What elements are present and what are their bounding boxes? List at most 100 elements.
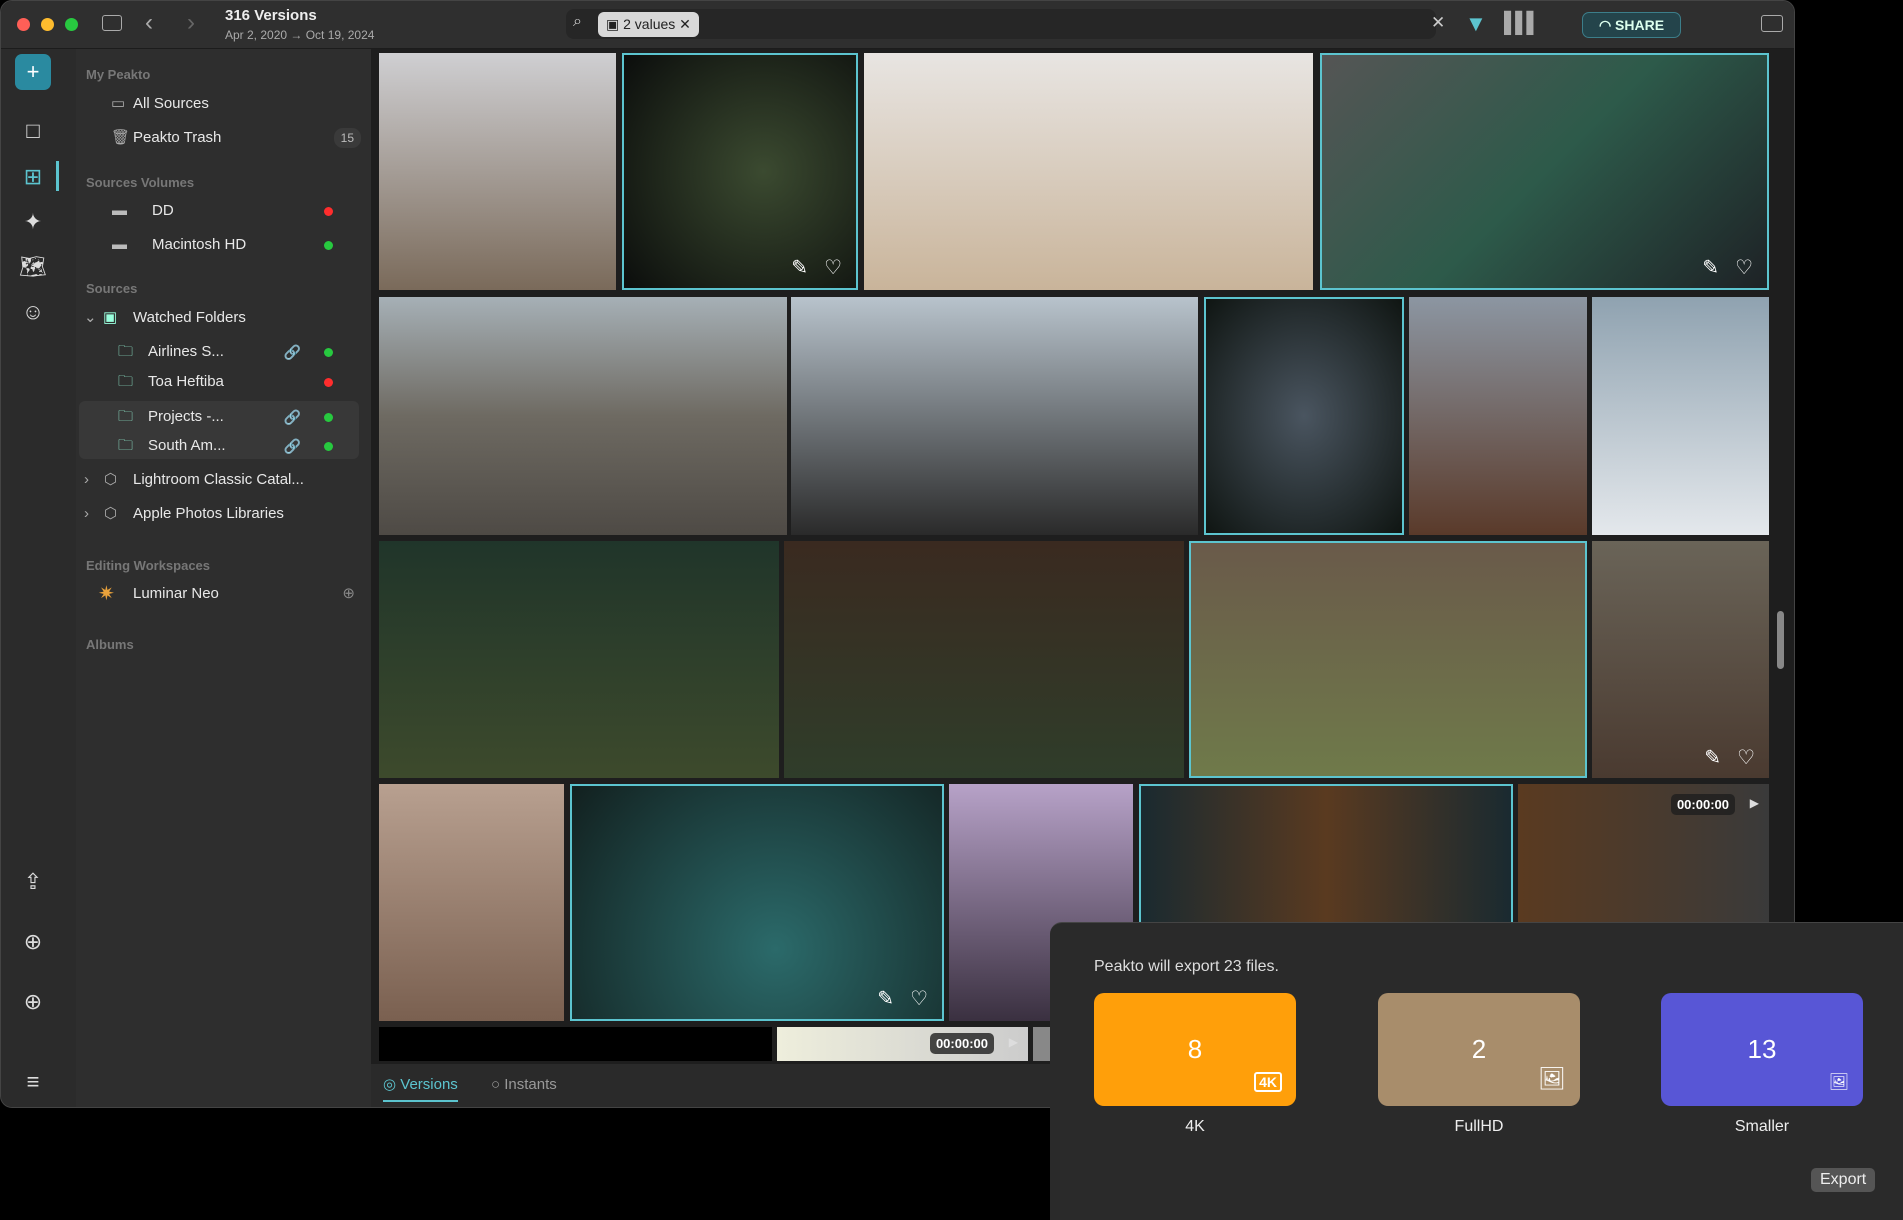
- chevron-down-icon[interactable]: ⌄: [84, 303, 97, 333]
- photo-tile[interactable]: [379, 1027, 772, 1061]
- add-button[interactable]: +: [15, 54, 51, 90]
- photo-tile[interactable]: [864, 53, 1313, 290]
- card-label: Smaller: [1734, 1118, 1790, 1135]
- inspector-toggle-icon[interactable]: [1761, 15, 1783, 32]
- heart-icon[interactable]: ♡: [824, 255, 842, 280]
- people-icon[interactable]: ☺: [15, 294, 51, 330]
- label: Macintosh HD: [152, 236, 247, 253]
- label: Luminar Neo: [133, 585, 219, 602]
- export-card-fullhd[interactable]: 2 🖼: [1378, 993, 1580, 1106]
- photo-tile[interactable]: [379, 53, 616, 290]
- edit-icon[interactable]: ✎: [1704, 745, 1721, 770]
- add-workspace-icon[interactable]: ⊕: [342, 579, 355, 609]
- export-popover: Peakto will export 23 files. 8 4K 4K 2 🖼 F…: [1050, 922, 1903, 1220]
- sidebar-item-all-sources[interactable]: ▭ All Sources: [76, 89, 371, 119]
- sidebar-item-luminar-neo[interactable]: ✷ Luminar Neo ⊕: [76, 579, 371, 609]
- window-title: 316 Versions: [225, 7, 317, 24]
- sidebar-item-folder[interactable]: 🗀 Projects -... 🔗: [76, 402, 371, 432]
- share-label: SHARE: [1615, 17, 1665, 33]
- scrollbar-thumb[interactable]: [1777, 611, 1784, 669]
- label: Apple Photos Libraries: [133, 505, 284, 522]
- tab-instants[interactable]: ○ Instants: [491, 1072, 557, 1102]
- export-card-smaller[interactable]: 13 🖼: [1661, 993, 1863, 1106]
- sidebar-item-folder[interactable]: 🗀 South Am... 🔗: [76, 431, 371, 461]
- remove-chip-icon[interactable]: ✕: [675, 16, 691, 32]
- sidebar-item-folder[interactable]: 🗀 Airlines S... 🔗: [76, 337, 371, 367]
- photo-tile[interactable]: [791, 297, 1198, 535]
- chevron-right-icon[interactable]: ›: [84, 499, 89, 529]
- tab-label: Versions: [400, 1076, 458, 1093]
- back-icon[interactable]: ‹: [145, 9, 153, 37]
- photo-tile[interactable]: ✎ ♡: [622, 53, 858, 290]
- photo-tile[interactable]: [1409, 297, 1587, 535]
- sidebar-item-apple-photos[interactable]: › ⬡ Apple Photos Libraries: [76, 499, 371, 529]
- small-image-icon: 🖼: [1828, 1074, 1849, 1091]
- sidebar-item-lightroom[interactable]: › ⬡ Lightroom Classic Catal...: [76, 465, 371, 495]
- trash-count-badge: 15: [333, 128, 361, 148]
- heart-icon[interactable]: ♡: [1737, 745, 1755, 770]
- status-dot: [324, 378, 333, 387]
- photo-tile[interactable]: ✎ ♡: [1592, 541, 1769, 778]
- heart-icon[interactable]: ♡: [910, 986, 928, 1011]
- single-view-icon[interactable]: □: [15, 113, 51, 149]
- filter-chip[interactable]: ▣ 2 values ✕: [598, 12, 699, 37]
- share-out-icon[interactable]: ⇪: [15, 864, 51, 900]
- photo-tile[interactable]: [379, 784, 564, 1021]
- icon-rail: + □ ⊞ ✦ 🗺 ☺ ⇪ ⊕ ⊕ ≡: [1, 49, 76, 1107]
- forward-icon[interactable]: ›: [187, 9, 195, 37]
- section-volumes: Sources Volumes: [86, 175, 195, 190]
- photo-tile[interactable]: [1204, 297, 1404, 535]
- minimize-window-button[interactable]: [41, 18, 54, 31]
- sidebar-item-folder[interactable]: 🗀 Toa Heftiba: [76, 367, 371, 397]
- add-media-icon[interactable]: ⊕: [15, 984, 51, 1020]
- tab-versions[interactable]: ◎ Versions: [383, 1072, 458, 1102]
- video-icon: ▶: [1749, 796, 1759, 810]
- cube-icon: ⬡: [104, 505, 118, 522]
- photo-tile[interactable]: [1592, 297, 1769, 535]
- share-button[interactable]: ◠ SHARE: [1582, 12, 1681, 38]
- video-duration: 00:00:00: [1670, 794, 1735, 815]
- card-label: FullHD: [1454, 1118, 1504, 1135]
- sidebar-toggle-icon[interactable]: [102, 15, 122, 31]
- magic-collection-icon[interactable]: ✦: [15, 204, 51, 240]
- grid-view-icon[interactable]: ⊞: [15, 159, 51, 195]
- photo-tile[interactable]: ✎ ♡: [1320, 53, 1769, 290]
- export-button[interactable]: Export: [1811, 1168, 1876, 1192]
- stats-icon[interactable]: ▌▌▌: [1504, 12, 1540, 35]
- trash-icon: 🗑: [111, 129, 131, 146]
- export-card-4k[interactable]: 8 4K: [1094, 993, 1296, 1106]
- archive-icon: ▭: [111, 95, 126, 112]
- export-message: Peakto will export 23 files.: [1094, 958, 1279, 975]
- photo-tile[interactable]: ✎ ♡: [570, 784, 944, 1021]
- menu-icon[interactable]: ≡: [15, 1064, 51, 1100]
- sidebar-item-volume-dd[interactable]: ▬ DD: [76, 196, 371, 226]
- video-icon: ▶: [1008, 1035, 1018, 1049]
- status-dot: [324, 413, 333, 422]
- photo-tile[interactable]: [379, 297, 787, 535]
- photo-tile[interactable]: [1189, 541, 1587, 778]
- chevron-right-icon[interactable]: ›: [84, 465, 89, 495]
- map-icon[interactable]: 🗺: [15, 249, 51, 285]
- photo-tile[interactable]: [784, 541, 1184, 778]
- label: Projects -...: [148, 408, 224, 425]
- photo-tile[interactable]: [379, 541, 779, 778]
- filter-icon[interactable]: ▼: [1465, 11, 1487, 37]
- sidebar-item-watched-folders[interactable]: ⌄ ▣ Watched Folders: [76, 303, 371, 333]
- close-window-button[interactable]: [17, 18, 30, 31]
- link-icon: 🔗: [283, 344, 301, 360]
- photo-tile[interactable]: 00:00:00 ▶: [777, 1027, 1028, 1061]
- section-workspaces: Editing Workspaces: [86, 558, 211, 573]
- edit-icon[interactable]: ✎: [877, 986, 894, 1011]
- label: DD: [152, 202, 174, 219]
- clear-search-icon[interactable]: ✕: [1431, 13, 1445, 33]
- add-photo-icon[interactable]: ⊕: [15, 924, 51, 960]
- edit-icon[interactable]: ✎: [1702, 255, 1719, 280]
- section-sources: Sources: [86, 281, 138, 296]
- heart-icon[interactable]: ♡: [1735, 255, 1753, 280]
- sidebar-item-volume-macintosh-hd[interactable]: ▬ Macintosh HD: [76, 230, 371, 260]
- status-dot: [324, 348, 333, 357]
- edit-icon[interactable]: ✎: [791, 255, 808, 280]
- zoom-window-button[interactable]: [65, 18, 78, 31]
- image-icon: ▣: [606, 16, 624, 32]
- sidebar-item-trash[interactable]: 🗑 Peakto Trash 15: [76, 123, 371, 153]
